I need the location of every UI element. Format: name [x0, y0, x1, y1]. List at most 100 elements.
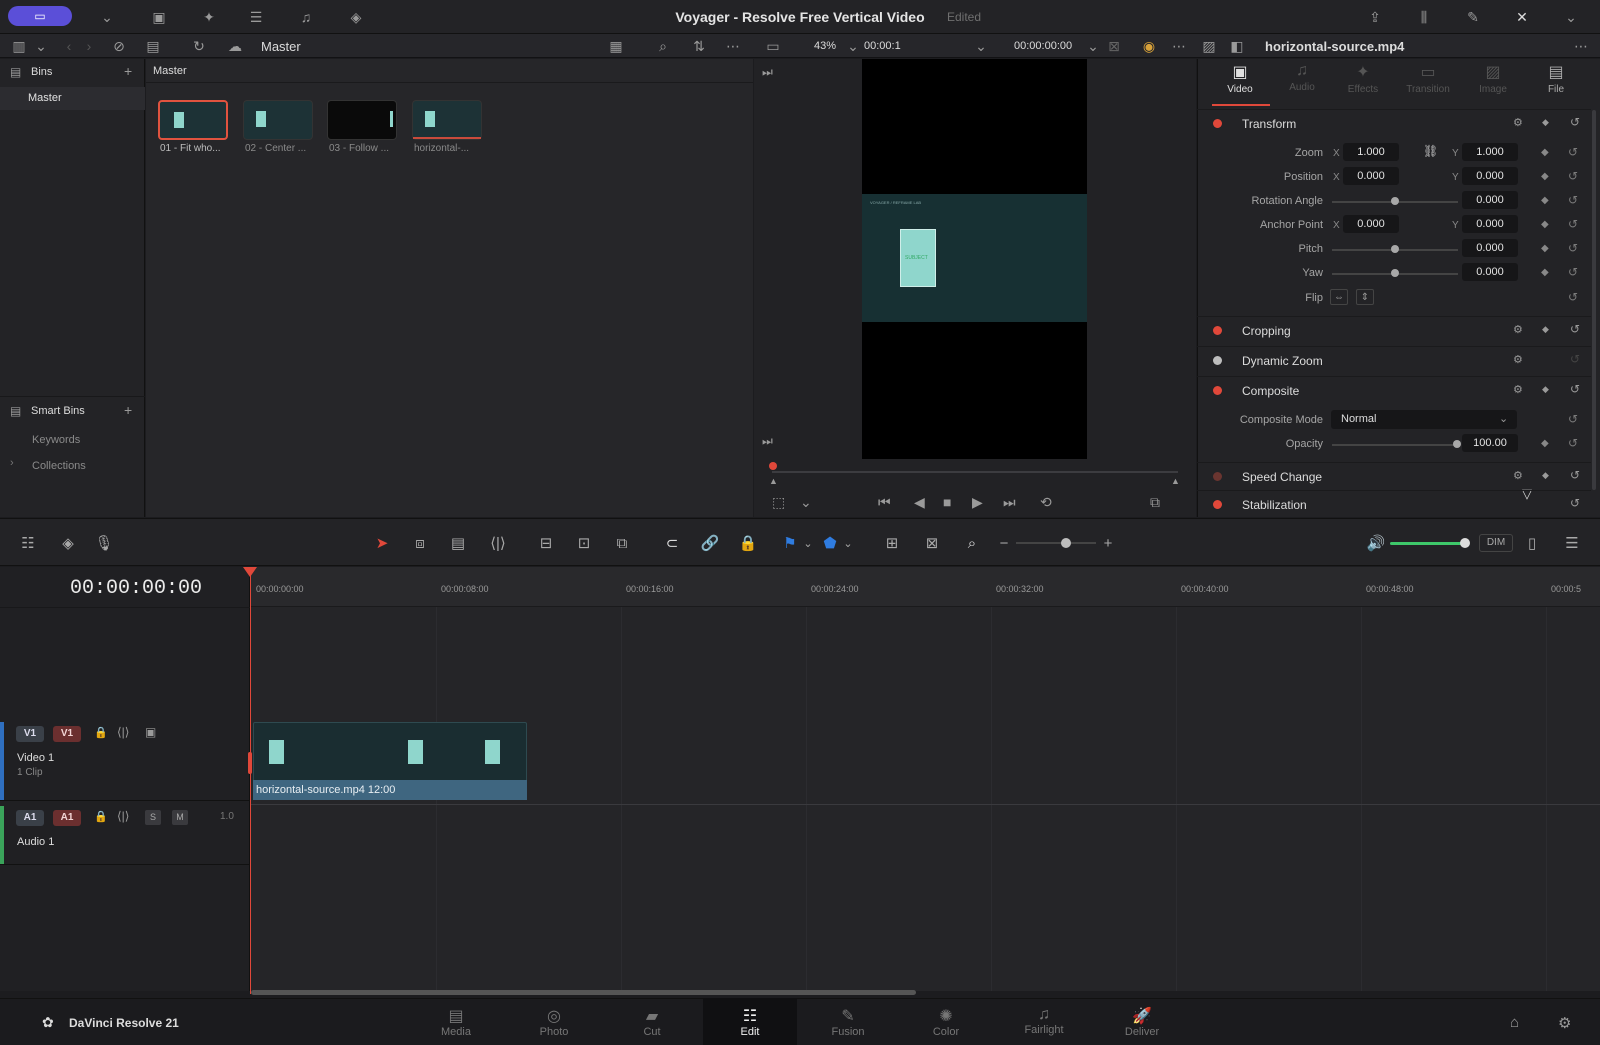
gear-icon[interactable]: ⚙ [1558, 1014, 1571, 1032]
timeline-current-timecode[interactable]: 00:00:00:00 [70, 577, 202, 600]
pitch-field[interactable]: 0.000 [1462, 239, 1518, 257]
more-icon[interactable]: ⋯ [1570, 37, 1592, 55]
tab-video[interactable]: ▣ Video [1210, 62, 1270, 95]
reset-icon[interactable]: ↺ [1570, 382, 1580, 396]
more-icon[interactable]: ⋯ [722, 37, 744, 55]
settings-icon[interactable]: ⚙ [1513, 383, 1523, 396]
reset-icon[interactable]: ↺ [1570, 322, 1580, 336]
video-track-name[interactable]: Video 1 [17, 752, 54, 764]
speaker-icon[interactable]: 🔊 [1364, 533, 1388, 553]
clip-thumbnail[interactable] [327, 100, 397, 140]
smart-bin-keywords[interactable]: Keywords [32, 434, 80, 446]
rotation-slider-knob[interactable] [1391, 197, 1399, 205]
reset-icon[interactable]: ↺ [1568, 217, 1578, 231]
inspector-scrollbar[interactable] [1592, 110, 1596, 490]
anchor-x-field[interactable]: 0.000 [1343, 215, 1399, 233]
settings-icon[interactable]: ⚙ [1513, 116, 1523, 129]
page-tab-fusion[interactable]: ✎ Fusion [801, 998, 895, 1045]
position-x-field[interactable]: 0.000 [1343, 167, 1399, 185]
refresh-icon[interactable]: ↻ [188, 37, 210, 55]
scrubber-playhead[interactable] [769, 462, 777, 470]
voiceover-mic-icon[interactable]: 🎙 [92, 533, 116, 553]
chevron-down-icon[interactable]: ⌄ [1560, 8, 1582, 26]
bin-item-master[interactable]: Master [0, 87, 145, 110]
search-icon[interactable]: ⌕ [652, 37, 674, 55]
reset-icon[interactable]: ↺ [1570, 352, 1580, 366]
source-track-badge[interactable]: A1 [16, 810, 44, 826]
keyframe-icon[interactable]: ◆ [1541, 267, 1549, 278]
chevron-down-icon[interactable]: ⌄ [796, 533, 820, 553]
enable-toggle[interactable] [1213, 500, 1222, 509]
timeline-scrollbar[interactable] [251, 990, 916, 995]
page-tab-color[interactable]: ✺ Color [899, 998, 993, 1045]
page-tab-fairlight[interactable]: ♫ Fairlight [997, 998, 1091, 1045]
metadata-icon[interactable]: ✎ [1462, 8, 1484, 26]
audio-waveform-icon[interactable]: ◈ [56, 533, 80, 553]
reset-icon[interactable]: ↺ [1568, 169, 1578, 183]
link-icon[interactable]: ⊘ [108, 37, 130, 55]
back-arrow-icon[interactable]: ‹ [58, 37, 80, 55]
pitch-slider-knob[interactable] [1391, 245, 1399, 253]
jump-to-start-icon[interactable]: ⏮ [878, 494, 891, 511]
keyframe-icon[interactable]: ◆ [1541, 147, 1549, 158]
keyframe-icon[interactable]: ◆ [1541, 219, 1549, 230]
page-tab-media[interactable]: ▤ Media [409, 998, 503, 1045]
auto-select-icon[interactable]: ⟨|⟩ [117, 725, 129, 739]
viewer-layout-icon[interactable]: ▭ [762, 37, 784, 55]
keyframe-icon[interactable]: ◆ [1541, 171, 1549, 182]
reset-icon[interactable]: ↺ [1568, 193, 1578, 207]
color-wheel-icon[interactable]: ◉ [1138, 37, 1160, 55]
chevron-right-icon[interactable]: › [10, 457, 14, 469]
out-point-icon[interactable]: ▲ [1171, 476, 1180, 486]
dim-button[interactable]: DIM [1479, 534, 1513, 552]
composite-mode-select[interactable]: Normal ⌄ [1331, 410, 1517, 429]
in-point-icon[interactable]: ▲ [769, 476, 778, 486]
solo-button[interactable]: S [145, 810, 161, 825]
destination-track-badge[interactable]: A1 [53, 810, 81, 826]
keyframe-icon[interactable]: ◆ [1542, 117, 1549, 128]
position-y-field[interactable]: 0.000 [1462, 167, 1518, 185]
tab-image[interactable]: ▨ Image [1463, 62, 1523, 95]
clip-thumbnail[interactable] [243, 100, 313, 140]
flip-horizontal-icon[interactable]: ⇔ [1330, 289, 1348, 305]
jump-to-end-icon[interactable]: ⏭ [1003, 494, 1016, 511]
sort-icon[interactable]: ⇅ [688, 37, 710, 55]
snapping-icon[interactable]: ⊂ [660, 533, 684, 553]
enable-toggle[interactable] [1213, 119, 1222, 128]
audio-track-name[interactable]: Audio 1 [17, 836, 54, 848]
replace-clip-icon[interactable]: ⧉ [610, 533, 634, 553]
grid-view-icon[interactable]: ▦ [605, 37, 627, 55]
dynamic-trim-icon[interactable]: ▤ [446, 533, 470, 553]
reset-icon[interactable]: ↺ [1570, 468, 1580, 482]
cloud-icon[interactable]: ☁ [224, 37, 246, 55]
blade-icon[interactable]: ⟨|⟩ [486, 533, 510, 553]
chevron-down-icon[interactable]: ⌄ [800, 494, 812, 511]
keyframe-icon[interactable]: ◆ [1542, 384, 1549, 395]
viewer-zoom[interactable]: 43% [814, 40, 836, 52]
share-icon[interactable]: ⇪ [1364, 8, 1386, 26]
opacity-slider[interactable] [1332, 444, 1458, 446]
page-tab-deliver[interactable]: 🚀 Deliver [1095, 998, 1189, 1045]
source-track-badge[interactable]: V1 [16, 726, 44, 742]
mixer-toggle-icon[interactable]: ☰ [1560, 533, 1584, 553]
home-icon[interactable]: ⌂ [1510, 1014, 1519, 1031]
mute-button[interactable]: M [172, 810, 188, 825]
chevron-down-icon[interactable]: ⌄ [970, 37, 992, 55]
sidebar-toggle-icon[interactable]: ▥ [8, 37, 30, 55]
reset-icon[interactable]: ↺ [1568, 412, 1578, 426]
insert-clip-icon[interactable]: ⊟ [534, 533, 558, 553]
reset-icon[interactable]: ↺ [1568, 436, 1578, 450]
zoom-y-field[interactable]: 1.000 [1462, 143, 1518, 161]
add-bin-icon[interactable]: + [124, 63, 132, 79]
clip-thumbnail[interactable] [412, 100, 482, 140]
reset-icon[interactable]: ↺ [1568, 290, 1578, 304]
lock-icon[interactable]: 🔒 [94, 810, 108, 823]
keyframe-icon[interactable]: ◆ [1541, 438, 1549, 449]
split-view-icon[interactable]: ◧ [1226, 37, 1248, 55]
opacity-field[interactable]: 100.00 [1462, 434, 1518, 452]
reset-icon[interactable]: ↺ [1570, 115, 1580, 129]
zoom-custom-icon[interactable]: ⌕ [960, 533, 984, 553]
keyframe-icon[interactable]: ◆ [1541, 195, 1549, 206]
enable-toggle[interactable] [1213, 326, 1222, 335]
selection-pointer-icon[interactable]: ➤ [370, 533, 394, 553]
